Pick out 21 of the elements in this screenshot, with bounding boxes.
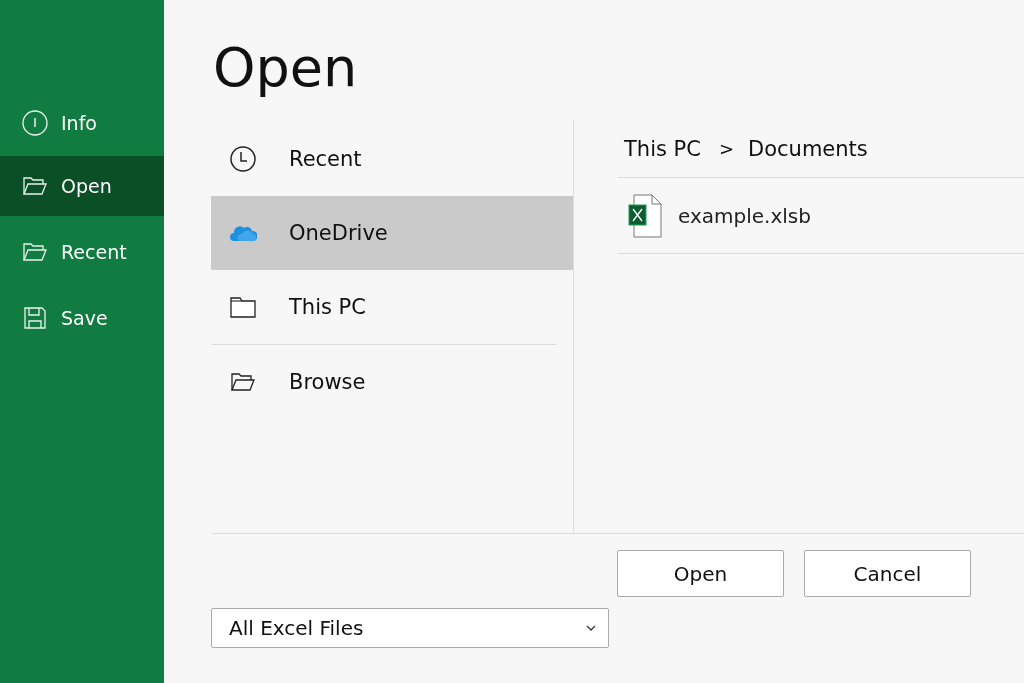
file-type-dropdown[interactable]: All Excel Files <box>211 608 609 648</box>
page-title: Open <box>213 36 359 101</box>
dialog-button[interactable]: Open <box>617 550 784 597</box>
spreadsheet-file-icon <box>628 193 662 238</box>
info-icon <box>21 109 49 137</box>
location-item[interactable]: Browse <box>211 345 557 419</box>
sidebar-item[interactable]: Info <box>0 90 164 156</box>
save-icon <box>21 304 49 332</box>
caret-icon <box>586 625 596 631</box>
location-item[interactable]: OneDrive <box>211 196 573 270</box>
file-item[interactable]: example.xlsb <box>618 178 1024 254</box>
clock-icon <box>229 145 257 173</box>
breadcrumb-link[interactable]: This PC <box>624 136 701 161</box>
dialog-button[interactable]: Cancel <box>804 550 971 597</box>
location-item[interactable]: This PC <box>211 270 557 344</box>
sidebar-item[interactable]: Open <box>0 156 164 216</box>
breadcrumb-separator: > <box>718 138 734 159</box>
sidebar-item[interactable]: Save <box>0 285 164 351</box>
breadcrumb-link[interactable]: Documents <box>748 136 868 161</box>
sidebar-item[interactable]: Recent <box>0 219 164 285</box>
location-item[interactable]: Recent <box>211 122 557 196</box>
